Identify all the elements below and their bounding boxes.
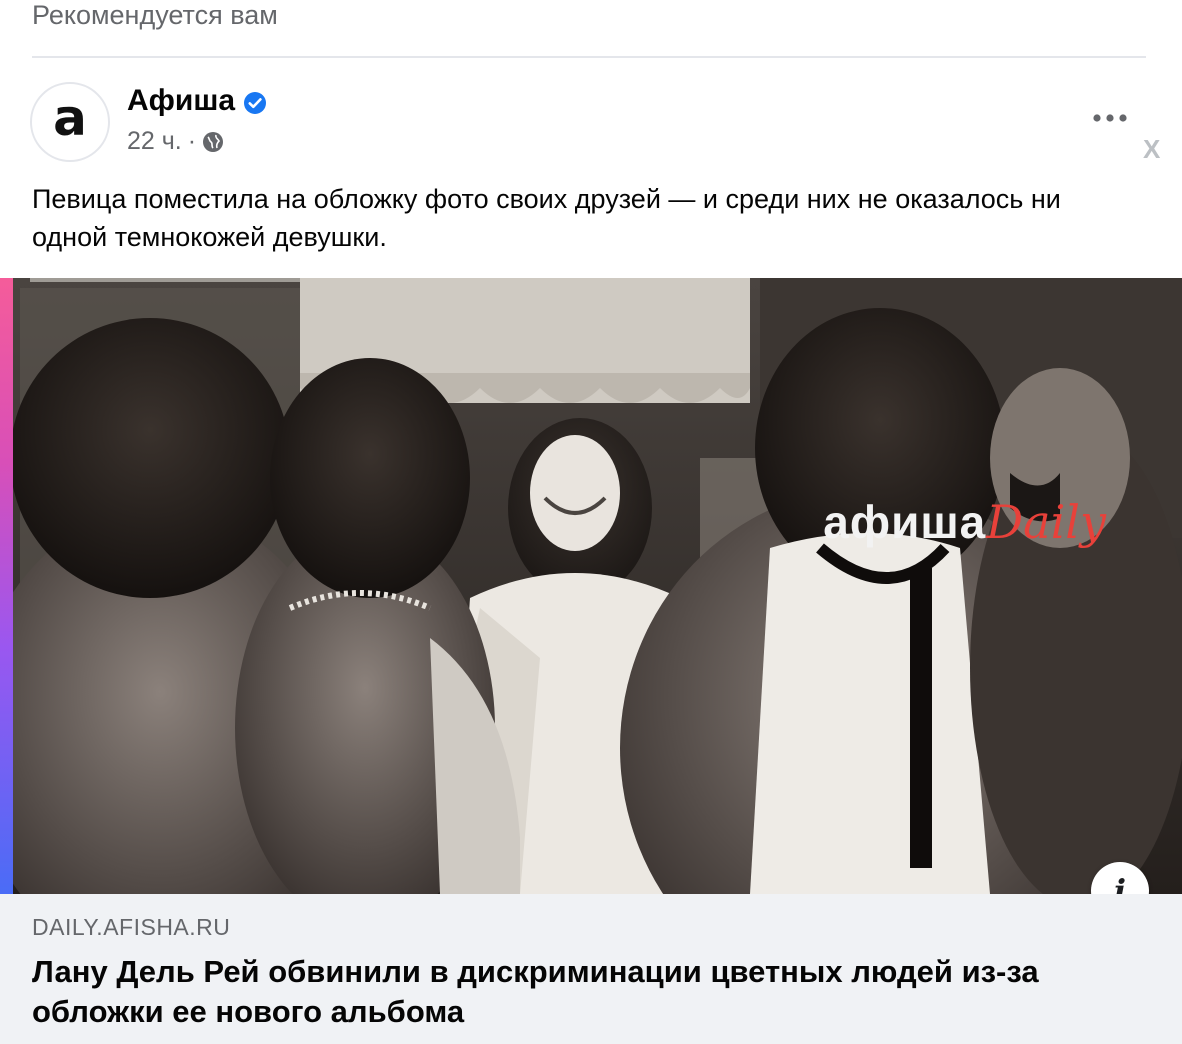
meta-separator: ·	[187, 127, 197, 155]
verified-badge-icon	[243, 89, 267, 114]
page-name-row: Афиша	[127, 84, 267, 118]
watermark-accent: Daily	[986, 495, 1106, 549]
post-meta: 22 ч. ·	[127, 126, 224, 156]
avatar-logo: a	[53, 89, 87, 147]
ellipsis-icon	[1093, 114, 1127, 122]
post-time[interactable]: 22 ч.	[127, 126, 182, 156]
watermark-main: афиша	[823, 496, 987, 548]
link-title[interactable]: Лану Дель Рей обвинили в дискриминации ц…	[32, 952, 1142, 1032]
divider	[32, 56, 1146, 58]
section-label: Рекомендуется вам	[32, 0, 278, 30]
page-name[interactable]: Афиша	[127, 84, 235, 118]
hide-post-button[interactable]: X	[1143, 134, 1160, 164]
globe-icon	[202, 130, 224, 152]
watermark: афиша Daily	[823, 495, 1106, 549]
accent-strip	[0, 278, 13, 894]
page-avatar[interactable]: a	[30, 82, 110, 162]
more-options-button[interactable]	[1086, 100, 1134, 136]
post-text: Певица поместила на обложку фото своих д…	[32, 184, 1061, 252]
link-domain: DAILY.AFISHA.RU	[32, 914, 231, 940]
link-preview-image[interactable]	[0, 278, 1182, 894]
